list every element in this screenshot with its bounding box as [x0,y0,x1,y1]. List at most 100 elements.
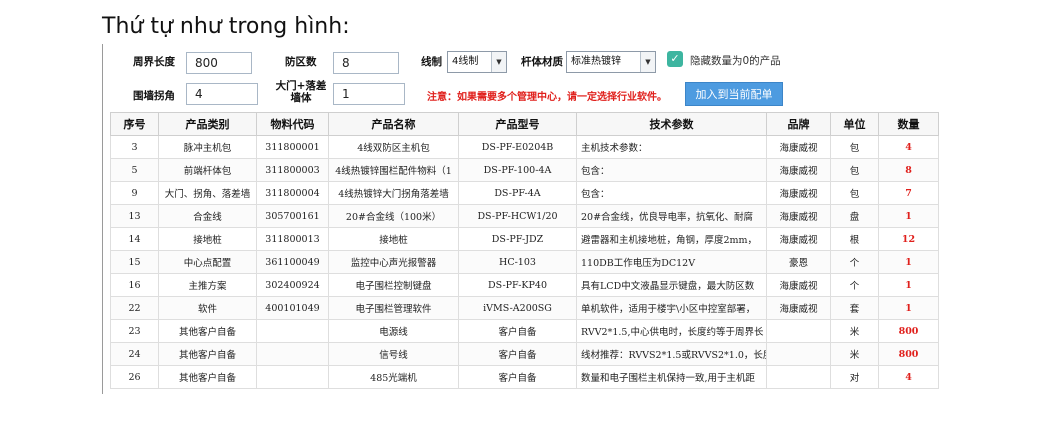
row-material-code-cell [256,319,329,343]
row-product-name-cell: 信号线 [328,342,459,366]
header-category[interactable]: 产品类别 [158,112,257,136]
row-material-code-cell: 311800004 [256,181,329,205]
hide-zero-label: 隐藏数量为0的产品 [690,55,781,67]
row-tech-params-cell: 主机技术参数： [576,135,767,159]
row-material-code-cell [256,365,329,389]
row-unit-cell: 米 [830,319,879,343]
row-index-cell: 5 [110,158,159,182]
table-row[interactable]: 5 前端杆体包 311800003 4线热镀锌围栏配件物料（1 DS-PF-100-4A… [110,158,939,182]
industry-software-notice: 注意：如果需要多个管理中心，请一定选择行业软件。 [427,92,667,103]
wiring-select[interactable]: 4线制 ▼ [447,51,507,73]
page-caption: Thứ tự như trong hình: [102,14,350,39]
row-tech-params-cell: 包含： [576,181,767,205]
pole-material-select[interactable]: 标准热镀锌 ▼ [566,51,656,73]
header-index[interactable]: 序号 [110,112,159,136]
row-quantity-cell: 4 [878,365,939,389]
row-material-code-cell: 400101049 [256,296,329,320]
gate-input[interactable]: 1 [333,83,405,105]
row-category-cell: 其他客户自备 [158,365,257,389]
row-brand-cell: 海康威视 [766,296,831,320]
row-index-cell: 3 [110,135,159,159]
zones-label: 防区数 [285,56,317,68]
row-brand-cell [766,319,831,343]
row-product-model-cell: DS-PF-100-4A [458,158,577,182]
table-row[interactable]: 16 主推方案 302400924 电子围栏控制键盘 DS-PF-KP40 具有LCD中文… [110,273,939,297]
row-unit-cell: 套 [830,296,879,320]
add-to-order-button[interactable]: 加入到当前配单 [685,82,783,106]
table-row[interactable]: 13 合金线 305700161 20#合金线（100米） DS-PF-HCW1/20 2… [110,204,939,228]
row-tech-params-cell: 包含： [576,158,767,182]
corner-input[interactable]: 4 [186,83,258,105]
table-row[interactable]: 3 脉冲主机包 311800001 4线双防区主机包 DS-PF-E0204B 主机技术参… [110,135,939,159]
row-product-model-cell: DS-PF-HCW1/20 [458,204,577,228]
row-material-code-cell [256,342,329,366]
zones-input[interactable]: 8 [333,52,399,74]
row-product-model-cell: DS-PF-E0204B [458,135,577,159]
row-product-model-cell: DS-PF-4A [458,181,577,205]
row-brand-cell [766,365,831,389]
row-category-cell: 合金线 [158,204,257,228]
row-tech-params-cell: 线材推荐：RVVS2*1.5或RVVS2*1.0，长度 [576,342,767,366]
header-product-name[interactable]: 产品名称 [328,112,459,136]
row-index-cell: 16 [110,273,159,297]
row-product-name-cell: 监控中心声光报警器 [328,250,459,274]
table-row[interactable]: 15 中心点配置 361100049 监控中心声光报警器 HC-103 110DB工作电压… [110,250,939,274]
chevron-down-icon[interactable]: ▼ [640,52,655,72]
row-quantity-cell: 1 [878,250,939,274]
row-quantity-cell: 12 [878,227,939,251]
wiring-label: 线制 [421,56,442,68]
row-product-model-cell: DS-PF-JDZ [458,227,577,251]
app-panel: 周界长度 800 防区数 8 线制 4线制 ▼ 杆体材质 标准热镀锌 ▼ ✓ 隐… [102,44,943,394]
row-product-name-cell: 电子围栏管理软件 [328,296,459,320]
header-product-model[interactable]: 产品型号 [458,112,577,136]
row-material-code-cell: 305700161 [256,204,329,228]
hide-zero-checkbox[interactable]: ✓ [667,51,683,67]
header-brand[interactable]: 品牌 [766,112,831,136]
row-index-cell: 13 [110,204,159,228]
row-category-cell: 前端杆体包 [158,158,257,182]
chevron-down-icon[interactable]: ▼ [491,52,506,72]
header-quantity[interactable]: 数量 [878,112,939,136]
row-product-name-cell: 20#合金线（100米） [328,204,459,228]
perimeter-input[interactable]: 800 [186,52,252,74]
header-tech-params[interactable]: 技术参数 [576,112,767,136]
row-product-model-cell: 客户自备 [458,342,577,366]
table-row[interactable]: 24 其他客户自备 信号线 客户自备 线材推荐：RVVS2*1.5或RVVS2*1.0，… [110,342,939,366]
row-brand-cell [766,342,831,366]
row-unit-cell: 盘 [830,204,879,228]
row-tech-params-cell: 具有LCD中文液晶显示键盘，最大防区数 [576,273,767,297]
row-tech-params-cell: 数量和电子围栏主机保持一致,用于主机距 [576,365,767,389]
row-category-cell: 中心点配置 [158,250,257,274]
table-row[interactable]: 23 其他客户自备 电源线 客户自备 RVV2*1.5,中心供电时，长度约等于周界长 米 8… [110,319,939,343]
row-tech-params-cell: 避雷器和主机接地桩，角钢，厚度2mm， [576,227,767,251]
row-category-cell: 其他客户自备 [158,342,257,366]
row-material-code-cell: 302400924 [256,273,329,297]
row-unit-cell: 包 [830,135,879,159]
row-tech-params-cell: 110DB工作电压为DC12V [576,250,767,274]
header-material-code[interactable]: 物料代码 [256,112,329,136]
row-quantity-cell: 8 [878,158,939,182]
row-product-name-cell: 4线双防区主机包 [328,135,459,159]
table-row[interactable]: 14 接地桩 311800013 接地桩 DS-PF-JDZ 避雷器和主机接地桩，角钢，厚… [110,227,939,251]
row-brand-cell: 海康威视 [766,158,831,182]
row-product-model-cell: DS-PF-KP40 [458,273,577,297]
row-product-model-cell: iVMS-A200SG [458,296,577,320]
row-quantity-cell: 800 [878,319,939,343]
row-index-cell: 26 [110,365,159,389]
row-brand-cell: 海康威视 [766,273,831,297]
row-brand-cell: 海康威视 [766,227,831,251]
table-header-row: 序号 产品类别 物料代码 产品名称 产品型号 技术参数 品牌 单位 数量 [110,112,939,136]
header-unit[interactable]: 单位 [830,112,879,136]
table-row[interactable]: 9 大门、拐角、落差墙 311800004 4线热镀锌大门拐角落差墙 DS-PF-4A 包… [110,181,939,205]
row-product-name-cell: 485光端机 [328,365,459,389]
perimeter-label: 周界长度 [133,56,175,68]
row-material-code-cell: 311800013 [256,227,329,251]
table-row[interactable]: 22 软件 400101049 电子围栏管理软件 iVMS-A200SG 单机软件，适用于… [110,296,939,320]
row-unit-cell: 对 [830,365,879,389]
row-unit-cell: 个 [830,250,879,274]
row-brand-cell: 豪恩 [766,250,831,274]
row-product-name-cell: 接地桩 [328,227,459,251]
row-quantity-cell: 1 [878,273,939,297]
row-index-cell: 23 [110,319,159,343]
table-row[interactable]: 26 其他客户自备 485光端机 客户自备 数量和电子围栏主机保持一致,用于主机距 对 4 [110,365,939,389]
